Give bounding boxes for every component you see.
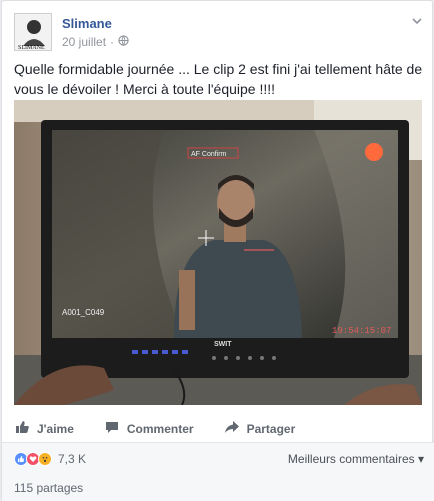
post-text: Quelle formidable journée ... Le clip 2 …	[14, 61, 423, 97]
like-button[interactable]: J'aime	[14, 419, 74, 438]
globe-icon	[118, 35, 129, 49]
share-count[interactable]: 115 partages	[14, 481, 83, 495]
comment-icon	[104, 419, 120, 438]
wow-reaction-icon[interactable]	[38, 452, 52, 466]
focus-label: AF Confirm	[191, 151, 227, 158]
clip-name: A001_C049	[62, 308, 105, 317]
post-meta: 20 juillet ·	[62, 35, 129, 49]
comment-sort-label: Meilleurs commentaires	[287, 452, 415, 466]
comment-label: Commenter	[126, 421, 194, 436]
reactions-bar: 7,3 K Meilleurs commentaires ▾	[14, 447, 424, 471]
monitor-brand: SWIT	[214, 341, 232, 348]
avatar-image: SLIMANE	[15, 14, 51, 51]
comment-sort-dropdown[interactable]: Meilleurs commentaires ▾	[288, 452, 424, 466]
avatar[interactable]: SLIMANE	[14, 13, 52, 51]
like-icon	[14, 419, 30, 438]
photo-scene: AF Confirm A001_C049 19:54:15:07 SWIT	[14, 100, 422, 405]
chevron-down-icon[interactable]	[410, 15, 424, 29]
share-icon	[224, 419, 240, 438]
avatar-wordmark: SLIMANE	[18, 45, 45, 51]
share-button[interactable]: Partager	[224, 419, 296, 438]
author-name[interactable]: Slimane	[62, 16, 112, 31]
post-date[interactable]: 20 juillet	[62, 35, 106, 49]
chevron-down-icon: ▾	[417, 452, 424, 466]
post-card: SLIMANE Slimane 20 juillet · Quelle form…	[1, 0, 434, 501]
reaction-count[interactable]: 7,3 K	[58, 452, 86, 466]
post-photo[interactable]: AF Confirm A001_C049 19:54:15:07 SWIT	[14, 100, 422, 405]
timecode: 19:54:15:07	[332, 326, 391, 336]
post-header: SLIMANE Slimane 20 juillet ·	[14, 13, 424, 53]
comment-button[interactable]: Commenter	[104, 419, 194, 438]
share-label: Partager	[246, 421, 296, 436]
meta-separator: ·	[110, 35, 115, 49]
action-bar: J'aime Commenter Partager	[14, 414, 424, 444]
like-label: J'aime	[37, 421, 74, 436]
